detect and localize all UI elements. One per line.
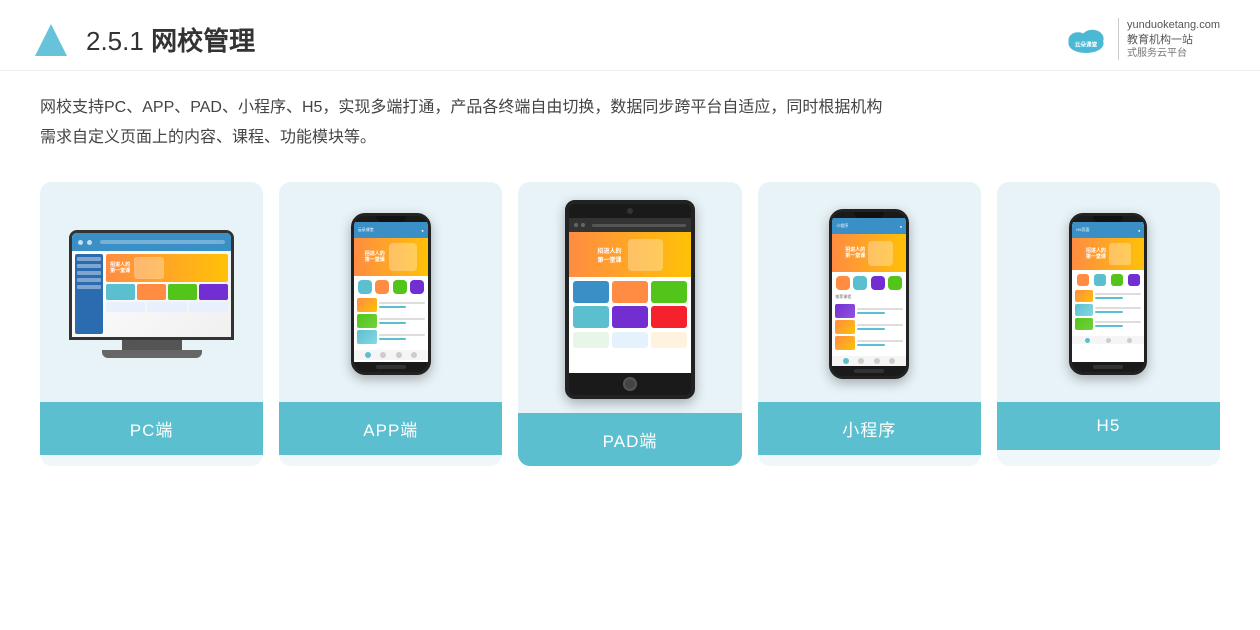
card-pad-label: PAD端 — [518, 413, 741, 466]
card-app-image: 云朵课堂 ● 招进人的第一堂课 — [279, 182, 502, 402]
header-left: 2.5.1 网校管理 — [30, 18, 255, 60]
brand-text: yunduoketang.com 教育机构一站 式服务云平台 — [1118, 18, 1220, 60]
section-number: 2.5.1 — [86, 26, 144, 56]
card-h5-label: H5 — [997, 402, 1220, 450]
card-miniprogram-label: 小程序 — [758, 402, 981, 455]
card-pc-image: 招进人的第一堂课 — [40, 182, 263, 402]
card-miniprogram: 小程序 ● 招进人的第一堂课 推荐课程 — [758, 182, 981, 466]
phone-app-mockup: 云朵课堂 ● 招进人的第一堂课 — [351, 213, 431, 375]
page-title: 2.5.1 网校管理 — [86, 21, 255, 58]
card-h5-image: H5页面 ● 招进人的第一堂课 — [997, 182, 1220, 402]
page: 2.5.1 网校管理 云朵课堂 yunduoketang.com 教育机 — [0, 0, 1260, 630]
card-h5: H5页面 ● 招进人的第一堂课 — [997, 182, 1220, 466]
brand-url: yunduoketang.com — [1127, 18, 1220, 32]
card-pad: 招进人的第一堂课 — [518, 182, 741, 466]
brand-logo: 云朵课堂 yunduoketang.com 教育机构一站 式服务云平台 — [1062, 18, 1220, 60]
brand-tagline2: 式服务云平台 — [1127, 47, 1187, 60]
pc-monitor-mockup: 招进人的第一堂课 — [69, 230, 234, 358]
phone-miniprogram-mockup: 小程序 ● 招进人的第一堂课 推荐课程 — [829, 209, 909, 379]
description-area: 网校支持PC、APP、PAD、小程序、H5，实现多端打通，产品各终端自由切换，数… — [0, 71, 1260, 162]
title-main: 网校管理 — [151, 26, 255, 56]
platform-cards: 招进人的第一堂课 — [0, 162, 1260, 486]
header: 2.5.1 网校管理 云朵课堂 yunduoketang.com 教育机 — [0, 0, 1260, 71]
description-line1: 网校支持PC、APP、PAD、小程序、H5，实现多端打通，产品各终端自由切换，数… — [40, 93, 1220, 123]
card-pc-label: PC端 — [40, 402, 263, 455]
card-miniprogram-image: 小程序 ● 招进人的第一堂课 推荐课程 — [758, 182, 981, 402]
description-line2: 需求自定义页面上的内容、课程、功能模块等。 — [40, 123, 1220, 153]
brand-cloud-icon: 云朵课堂 — [1062, 20, 1110, 58]
logo-icon — [30, 18, 72, 60]
card-pad-image: 招进人的第一堂课 — [518, 182, 741, 413]
card-pc: 招进人的第一堂课 — [40, 182, 263, 466]
pad-mockup: 招进人的第一堂课 — [565, 200, 695, 399]
brand-tagline1: 教育机构一站 — [1127, 33, 1193, 47]
card-app: 云朵课堂 ● 招进人的第一堂课 — [279, 182, 502, 466]
phone-h5-mockup: H5页面 ● 招进人的第一堂课 — [1069, 213, 1147, 375]
card-app-label: APP端 — [279, 402, 502, 455]
